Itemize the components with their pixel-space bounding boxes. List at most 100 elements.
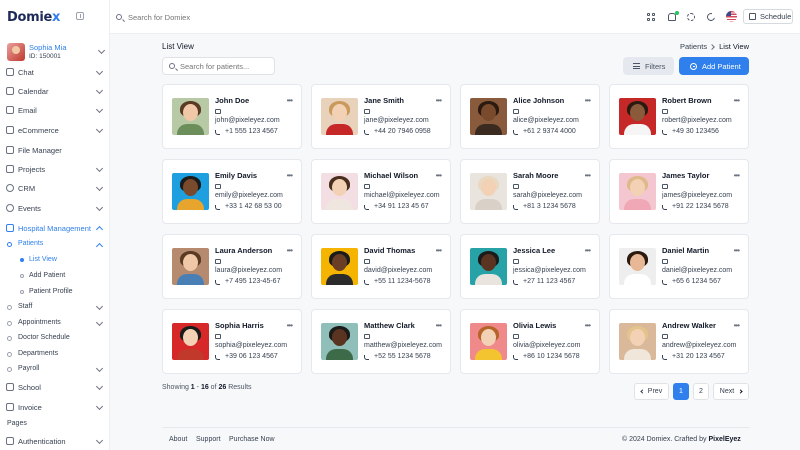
gear-icon[interactable] [687,13,695,21]
mail-icon [215,184,221,189]
patient-card[interactable]: James Taylor ••• james@pixeleyez.com +91 22… [609,159,749,224]
patient-card[interactable]: Matthew Clark ••• matthew@pixeleyez.com +52… [311,309,451,374]
patient-card[interactable]: Sophia Harris ••• sophia@pixeleyez.com +39 … [162,309,302,374]
patient-search-input[interactable] [180,61,270,71]
flag-icon[interactable] [726,11,737,22]
more-options-icon[interactable]: ••• [287,246,293,255]
grid-icon[interactable] [647,13,655,21]
patient-photo [619,248,656,285]
sidebar-item-file-manager[interactable]: File Manager [0,143,110,157]
patient-card[interactable]: Jane Smith ••• jane@pixeleyez.com +44 20 79… [311,84,451,149]
patient-card[interactable]: Olivia Lewis ••• olivia@pixeleyez.com +86 1… [460,309,600,374]
patient-card[interactable]: Jessica Lee ••• jessica@pixeleyez.com +27 1… [460,234,600,299]
chevron-down-icon [95,382,104,391]
patient-name[interactable]: Jessica Lee [513,246,555,255]
sidebar-item-email[interactable]: Email [0,103,110,117]
patient-name[interactable]: Sarah Moore [513,171,558,180]
patient-name[interactable]: James Taylor [662,171,709,180]
sidebar-item-ecommerce[interactable]: eCommerce [0,123,110,137]
more-options-icon[interactable]: ••• [287,321,293,330]
more-options-icon[interactable]: ••• [734,321,740,330]
more-options-icon[interactable]: ••• [734,171,740,180]
more-options-icon[interactable]: ••• [734,246,740,255]
patient-name[interactable]: Robert Brown [662,96,712,105]
filters-button[interactable]: Filters [623,57,674,75]
more-options-icon[interactable]: ••• [436,96,442,105]
sidebar-item-doctor-schedule[interactable]: Doctor Schedule [0,332,110,345]
patient-name[interactable]: Olivia Lewis [513,321,556,330]
sidebar-item-hospital-management[interactable]: Hospital Management [0,221,110,235]
sidebar-collapse-icon[interactable] [76,12,84,20]
logo[interactable]: Domiex [7,8,60,26]
more-options-icon[interactable]: ••• [436,171,442,180]
sidebar-item-invoice[interactable]: Invoice [0,400,110,414]
moon-icon[interactable] [705,11,717,23]
patient-name[interactable]: Laura Anderson [215,246,272,255]
more-options-icon[interactable]: ••• [436,321,442,330]
footer-divider [162,427,750,428]
patient-name[interactable]: David Thomas [364,246,415,255]
add-patient-button[interactable]: Add Patient [679,57,749,75]
sidebar-item-departments[interactable]: Departments [0,348,110,361]
sidebar-item-chat[interactable]: Chat [0,65,110,79]
patient-card[interactable]: Laura Anderson ••• laura@pixeleyez.com +7 4… [162,234,302,299]
patient-card[interactable]: Alice Johnson ••• alice@pixeleyez.com +61 2… [460,84,600,149]
more-options-icon[interactable]: ••• [436,246,442,255]
phone-icon [364,355,369,360]
sidebar-item-school[interactable]: School [0,380,110,394]
patient-name[interactable]: Jane Smith [364,96,404,105]
patient-name[interactable]: Sophia Harris [215,321,264,330]
sidebar-item-appointments[interactable]: Appointments [0,317,110,330]
footer-link-about[interactable]: About [169,436,187,443]
patient-name[interactable]: Michael Wilson [364,171,418,180]
more-options-icon[interactable]: ••• [585,171,591,180]
sidebar-item-calendar[interactable]: Calendar [0,84,110,98]
patient-card[interactable]: Robert Brown ••• robert@pixeleyez.com +49 3… [609,84,749,149]
sidebar-item-staff[interactable]: Staff [0,301,110,314]
more-options-icon[interactable]: ••• [287,171,293,180]
patient-name[interactable]: Alice Johnson [513,96,564,105]
sidebar-item-events[interactable]: Events [0,201,110,215]
patient-name[interactable]: John Doe [215,96,249,105]
patient-photo [321,323,358,360]
patient-name[interactable]: Daniel Martin [662,246,709,255]
patient-card[interactable]: Sarah Moore ••• sarah@pixeleyez.com +81 3 1… [460,159,600,224]
patient-card[interactable]: Michael Wilson ••• michael@pixeleyez.com +3… [311,159,451,224]
more-options-icon[interactable]: ••• [585,246,591,255]
sidebar-item-list-view[interactable]: List View [0,254,110,266]
patient-name[interactable]: Emily Davis [215,171,257,180]
sidebar-item-projects[interactable]: Projects [0,162,110,176]
sidebar-section-pages: Pages [7,420,27,427]
breadcrumb-patients[interactable]: Patients [680,42,707,51]
more-options-icon[interactable]: ••• [585,321,591,330]
sidebar-item-crm[interactable]: CRM [0,181,110,195]
sidebar-item-authentication[interactable]: Authentication [0,434,110,448]
sidebar-item-patients[interactable]: Patients [0,238,110,251]
patient-name[interactable]: Andrew Walker [662,321,716,330]
user-profile[interactable]: Sophia Mia ID: 150001 [7,42,106,62]
more-options-icon[interactable]: ••• [585,96,591,105]
more-options-icon[interactable]: ••• [287,96,293,105]
footer-link-purchase[interactable]: Purchase Now [229,436,275,443]
patient-card[interactable]: Andrew Walker ••• andrew@pixeleyez.com +31 … [609,309,749,374]
more-options-icon[interactable]: ••• [734,96,740,105]
patient-card[interactable]: Daniel Martin ••• daniel@pixeleyez.com +65 … [609,234,749,299]
schedule-button[interactable]: Schedule [743,9,793,24]
footer-link-support[interactable]: Support [196,436,221,443]
patient-card[interactable]: David Thomas ••• david@pixeleyez.com +55 11… [311,234,451,299]
prev-page-button[interactable]: Prev [634,383,669,400]
page-2-button[interactable]: 2 [693,383,709,400]
patient-name[interactable]: Matthew Clark [364,321,415,330]
sidebar-item-add-patient[interactable]: Add Patient [0,270,110,282]
phone-icon [513,355,518,360]
next-page-button[interactable]: Next [713,383,749,400]
patient-card[interactable]: Emily Davis ••• emily@pixeleyez.com +33 1 4… [162,159,302,224]
sidebar-item-patient-profile[interactable]: Patient Profile [0,286,110,298]
patient-card[interactable]: John Doe ••• john@pixeleyez.com +1 555 123 … [162,84,302,149]
mail-icon [662,334,668,339]
global-search[interactable] [116,11,248,23]
sidebar-item-payroll[interactable]: Payroll [0,363,110,376]
global-search-input[interactable] [128,12,248,22]
page-1-button[interactable]: 1 [673,383,689,400]
patient-search[interactable] [162,57,275,75]
